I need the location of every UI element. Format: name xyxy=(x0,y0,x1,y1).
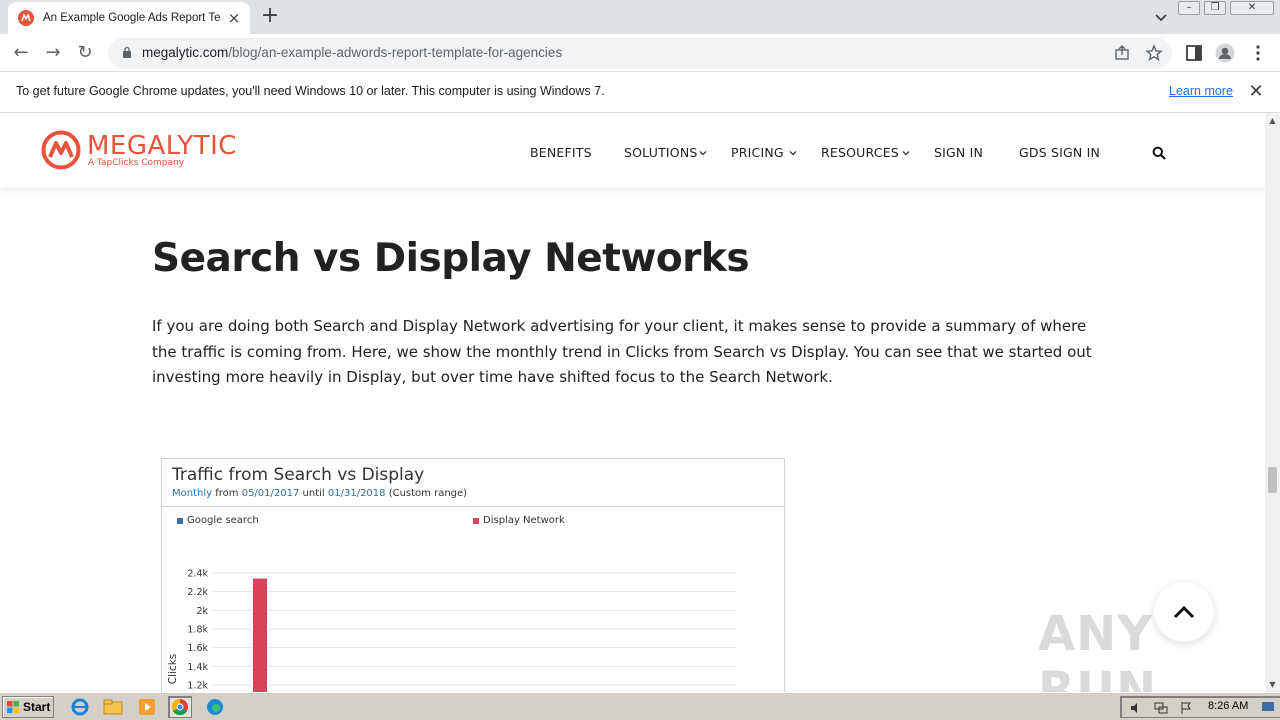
window-close-icon[interactable]: ✕ xyxy=(1230,1,1274,15)
window-controls: – ❐ ✕ xyxy=(1178,1,1274,15)
y-tick-label: 1.6k xyxy=(187,643,208,654)
legend-swatch xyxy=(473,517,479,524)
chevron-down-icon xyxy=(699,151,707,156)
tab-search-chevron-icon[interactable] xyxy=(1152,8,1170,26)
megalytic-favicon-icon xyxy=(18,10,34,26)
tab-title: An Example Google Ads Report Temp xyxy=(43,12,221,24)
legend-google-search: Google search xyxy=(177,515,259,526)
reload-icon[interactable]: ↻ xyxy=(74,42,96,64)
back-arrow-icon[interactable]: ← xyxy=(10,42,32,64)
url-text[interactable]: megalytic.com/blog/an-example-adwords-re… xyxy=(142,45,562,60)
kebab-menu-icon[interactable] xyxy=(1248,43,1268,63)
tab-strip: An Example Google Ads Report Temp × + – … xyxy=(0,0,1280,34)
chevron-up-icon xyxy=(1173,605,1195,619)
action-center-flag-icon[interactable] xyxy=(1178,700,1194,716)
legend-display-network: Display Network xyxy=(473,515,565,526)
y-tick-label: 2.4k xyxy=(187,569,208,580)
infobar-close-icon[interactable]: ✕ xyxy=(1246,82,1266,102)
browser-tab[interactable]: An Example Google Ads Report Temp × xyxy=(8,2,250,34)
report-title: Traffic from Search vs Display xyxy=(172,465,425,485)
site-header: MEGALYTIC A TapClicks Company BENEFITS S… xyxy=(0,113,1265,188)
show-desktop-icon[interactable] xyxy=(1260,699,1276,715)
scroll-up-arrow-icon[interactable]: ▲ xyxy=(1265,113,1280,128)
nav-gds-sign-in[interactable]: GDS SIGN IN xyxy=(1019,145,1100,160)
windows-flag-icon xyxy=(7,701,19,713)
forward-arrow-icon[interactable]: → xyxy=(42,42,64,64)
report-header: Traffic from Search vs Display Monthly f… xyxy=(162,459,784,507)
side-panel-icon[interactable] xyxy=(1184,43,1204,63)
logo-tagline: A TapClicks Company xyxy=(88,158,185,168)
display-network-bar xyxy=(253,578,267,692)
tab-close-icon[interactable]: × xyxy=(226,10,242,26)
logo-wordmark[interactable]: MEGALYTIC xyxy=(87,131,237,161)
new-tab-icon[interactable]: + xyxy=(259,5,281,28)
y-tick-label: 2.2k xyxy=(187,587,208,598)
media-player-icon[interactable] xyxy=(135,696,159,718)
y-tick-label: 1.8k xyxy=(187,625,208,636)
megalytic-logo-icon[interactable] xyxy=(41,130,81,170)
article-paragraph: If you are doing both Search and Display… xyxy=(152,317,1092,386)
start-button[interactable]: Start xyxy=(2,696,54,718)
chevron-down-icon xyxy=(902,151,910,156)
internet-explorer-icon[interactable] xyxy=(68,696,92,718)
address-bar[interactable]: megalytic.com/blog/an-example-adwords-re… xyxy=(108,38,1172,68)
clicks-chart: 1.2k 1.4k 1.6k 1.8k 2k 2.2k 2.4k Clicks xyxy=(167,569,737,692)
y-tick-label: 2k xyxy=(196,606,208,617)
report-image: Traffic from Search vs Display Monthly f… xyxy=(161,458,785,692)
nav-resources[interactable]: RESOURCES xyxy=(821,145,899,160)
learn-more-link[interactable]: Learn more xyxy=(1169,84,1233,98)
infobar-message: To get future Google Chrome updates, you… xyxy=(16,84,605,98)
taskbar-clock[interactable]: 8:26 AM xyxy=(1208,700,1248,712)
browser-toolbar: ← → ↻ megalytic.com/blog/an-example-adwo… xyxy=(0,34,1280,72)
report-date-range: Monthly from 05/01/2017 until 01/31/2018… xyxy=(172,488,468,499)
chrome-taskbar-button[interactable] xyxy=(168,696,192,718)
minimize-icon[interactable]: – xyxy=(1178,1,1200,15)
search-icon[interactable] xyxy=(1152,146,1166,160)
nav-benefits[interactable]: BENEFITS xyxy=(530,145,592,160)
scroll-to-top-button[interactable] xyxy=(1154,582,1214,642)
scrollbar-thumb[interactable] xyxy=(1268,467,1277,493)
y-axis-label: Clicks xyxy=(167,654,179,685)
share-icon[interactable] xyxy=(1113,44,1131,62)
profile-avatar-icon[interactable] xyxy=(1215,43,1235,63)
network-icon[interactable] xyxy=(1153,700,1169,716)
chrome-icon xyxy=(171,698,188,716)
lock-icon[interactable] xyxy=(122,46,132,59)
file-explorer-icon[interactable] xyxy=(101,696,125,718)
bookmark-star-icon[interactable] xyxy=(1145,44,1163,62)
volume-icon[interactable] xyxy=(1128,700,1144,716)
edge-icon[interactable] xyxy=(203,696,227,718)
chevron-down-icon xyxy=(789,151,797,156)
nav-sign-in[interactable]: SIGN IN xyxy=(934,145,983,160)
windows-taskbar: Start 8:26 AM xyxy=(0,692,1280,720)
update-infobar: To get future Google Chrome updates, you… xyxy=(0,72,1280,113)
system-tray xyxy=(1120,696,1280,718)
restore-icon[interactable]: ❐ xyxy=(1204,1,1226,15)
nav-pricing[interactable]: PRICING xyxy=(731,145,784,160)
nav-solutions[interactable]: SOLUTIONS xyxy=(624,145,698,160)
legend-swatch xyxy=(177,517,183,524)
y-tick-label: 1.4k xyxy=(187,662,208,673)
y-tick-label: 1.2k xyxy=(187,681,208,692)
article-heading: Search vs Display Networks xyxy=(152,236,750,281)
